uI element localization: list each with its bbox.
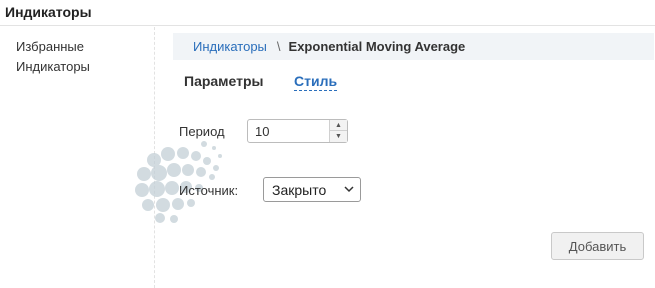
source-label: Источник: — [179, 183, 239, 198]
source-select-value: Закрыто — [272, 182, 327, 198]
stepper-arrows: ▲ ▼ — [329, 120, 347, 142]
breadcrumb-current: Exponential Moving Average — [288, 39, 466, 54]
breadcrumb-link-indicators[interactable]: Индикаторы — [193, 39, 267, 54]
chevron-down-icon — [344, 186, 354, 193]
breadcrumb: Индикаторы \ Exponential Moving Average — [173, 33, 654, 60]
period-label: Период — [179, 124, 225, 139]
triangle-up-icon[interactable]: ▲ — [330, 120, 347, 131]
sidebar-item-favorites[interactable]: Избранные — [16, 39, 84, 54]
sphere-logo-watermark — [135, 141, 222, 223]
page-title: Индикаторы — [5, 4, 92, 20]
add-button[interactable]: Добавить — [551, 232, 644, 260]
sidebar-item-indicators[interactable]: Индикаторы — [16, 59, 90, 74]
title-bar: Индикаторы — [0, 0, 655, 26]
source-select[interactable]: Закрыто — [263, 177, 361, 202]
triangle-down-icon[interactable]: ▼ — [330, 131, 347, 142]
tab-parameters[interactable]: Параметры — [184, 73, 264, 89]
tab-style[interactable]: Стиль — [294, 73, 338, 91]
breadcrumb-separator: \ — [276, 39, 281, 54]
period-stepper[interactable]: ▲ ▼ — [247, 119, 348, 143]
period-input[interactable] — [248, 120, 326, 142]
